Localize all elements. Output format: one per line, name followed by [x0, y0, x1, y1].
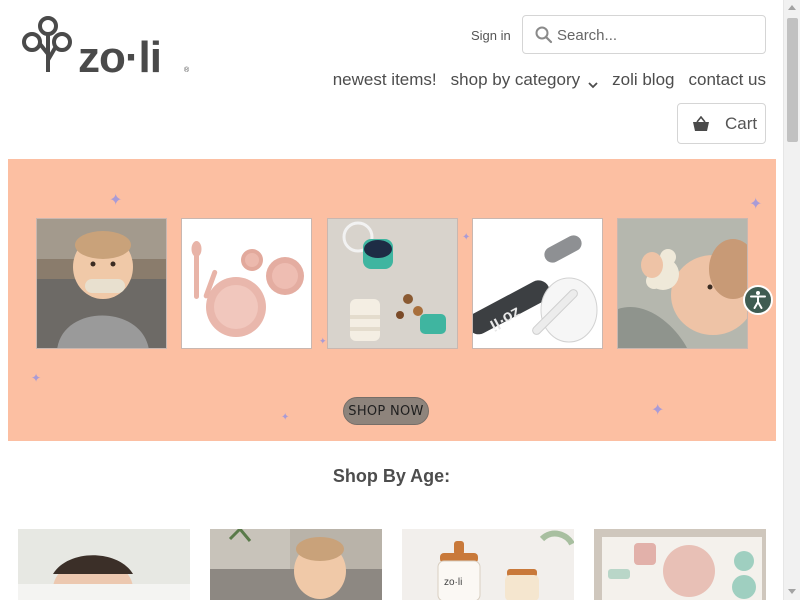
sparkle-icon: ✦ — [109, 192, 123, 209]
nav-shop-by-category[interactable]: shop by category — [451, 70, 598, 90]
page-scrollbar[interactable] — [783, 0, 800, 600]
pink-dish-set-photo[interactable] — [181, 218, 312, 349]
scroll-up-arrow-icon[interactable] — [788, 5, 796, 10]
toothbrush-photo[interactable]: zo·li — [472, 218, 603, 349]
age-card-toddler-cups[interactable]: zo·li — [402, 529, 574, 600]
nav-contact-us[interactable]: contact us — [689, 70, 767, 90]
sparkle-icon: ✦ — [462, 232, 471, 243]
search-box[interactable] — [522, 15, 766, 54]
hero-banner[interactable]: ✦ ✦ ✦ ✦ ✦ ✦ ✦ zo·li SHOP NOW — [8, 159, 776, 441]
accessibility-button[interactable] — [743, 285, 773, 315]
accessibility-icon — [750, 291, 766, 309]
sign-in-link[interactable]: Sign in — [471, 28, 511, 43]
nav-zoli-blog[interactable]: zoli blog — [612, 70, 674, 90]
sparkle-icon: ✦ — [281, 412, 290, 423]
nav-label: zoli blog — [612, 70, 675, 89]
svg-text:zo·li: zo·li — [444, 577, 462, 588]
cart-label: Cart — [725, 113, 758, 133]
nav-label: shop by category — [450, 70, 581, 89]
sparkle-icon: ✦ — [31, 371, 42, 385]
sparkle-icon: ✦ — [319, 336, 327, 346]
baby-teether-photo[interactable] — [36, 218, 167, 349]
basket-icon — [692, 115, 710, 132]
svg-text:®: ® — [184, 66, 190, 74]
age-card-dish-set[interactable] — [594, 529, 766, 600]
zoli-logo[interactable]: zo·li ® — [18, 14, 193, 76]
sparkle-icon: ✦ — [749, 196, 763, 213]
main-nav: newest items! shop by category zoli blog… — [333, 70, 766, 90]
cart-button[interactable]: Cart — [677, 103, 766, 144]
scroll-down-arrow-icon[interactable] — [788, 589, 796, 594]
scrollbar-thumb[interactable] — [787, 18, 798, 142]
search-icon — [535, 26, 553, 44]
baby-lying-teether-photo[interactable] — [617, 218, 748, 349]
svg-text:zo·li: zo·li — [78, 33, 161, 76]
nav-label: newest items! — [332, 70, 437, 89]
shop-now-button[interactable]: SHOP NOW — [343, 397, 429, 425]
shop-by-age-heading: Shop By Age: — [332, 466, 451, 486]
nav-label: contact us — [688, 70, 767, 89]
nav-newest-items[interactable]: newest items! — [333, 70, 437, 90]
chevron-down-icon — [588, 75, 598, 89]
sparkle-icon: ✦ — [651, 402, 665, 419]
age-card-infant[interactable] — [210, 529, 382, 600]
snack-cups-photo[interactable] — [327, 218, 458, 349]
search-input[interactable] — [557, 24, 757, 46]
age-card-newborn[interactable] — [18, 529, 190, 600]
